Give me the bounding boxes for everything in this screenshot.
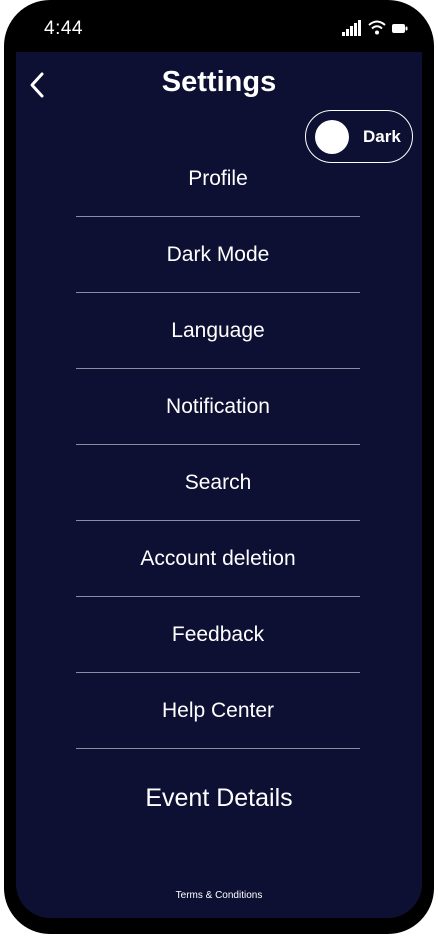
menu-item-feedback[interactable]: Feedback — [76, 597, 360, 673]
status-icons — [342, 19, 408, 41]
menu-item-account-deletion[interactable]: Account deletion — [76, 521, 360, 597]
menu-item-dark-mode[interactable]: Dark Mode — [76, 217, 360, 293]
terms-link[interactable]: Terms & Conditions — [16, 890, 422, 901]
status-bar: 4:44 — [4, 0, 434, 52]
menu-item-language[interactable]: Language — [76, 293, 360, 369]
settings-screen: Settings Dark Profile Dark Mode Language… — [16, 52, 422, 918]
phone-frame: 4:44 Settings Dark Profile Dark Mode Lan… — [4, 0, 434, 934]
menu-item-profile[interactable]: Profile — [76, 141, 360, 217]
event-details-link[interactable]: Event Details — [16, 784, 422, 813]
toggle-label: Dark — [363, 127, 401, 146]
settings-menu: Profile Dark Mode Language Notification … — [76, 141, 360, 749]
wifi-icon — [368, 20, 386, 40]
menu-item-notification[interactable]: Notification — [76, 369, 360, 445]
page-title: Settings — [161, 66, 277, 98]
battery-icon — [392, 21, 408, 39]
header: Settings — [16, 52, 422, 116]
status-time: 4:44 — [44, 18, 83, 39]
menu-item-search[interactable]: Search — [76, 445, 360, 521]
signal-icon — [342, 19, 362, 41]
menu-item-help-center[interactable]: Help Center — [76, 673, 360, 749]
